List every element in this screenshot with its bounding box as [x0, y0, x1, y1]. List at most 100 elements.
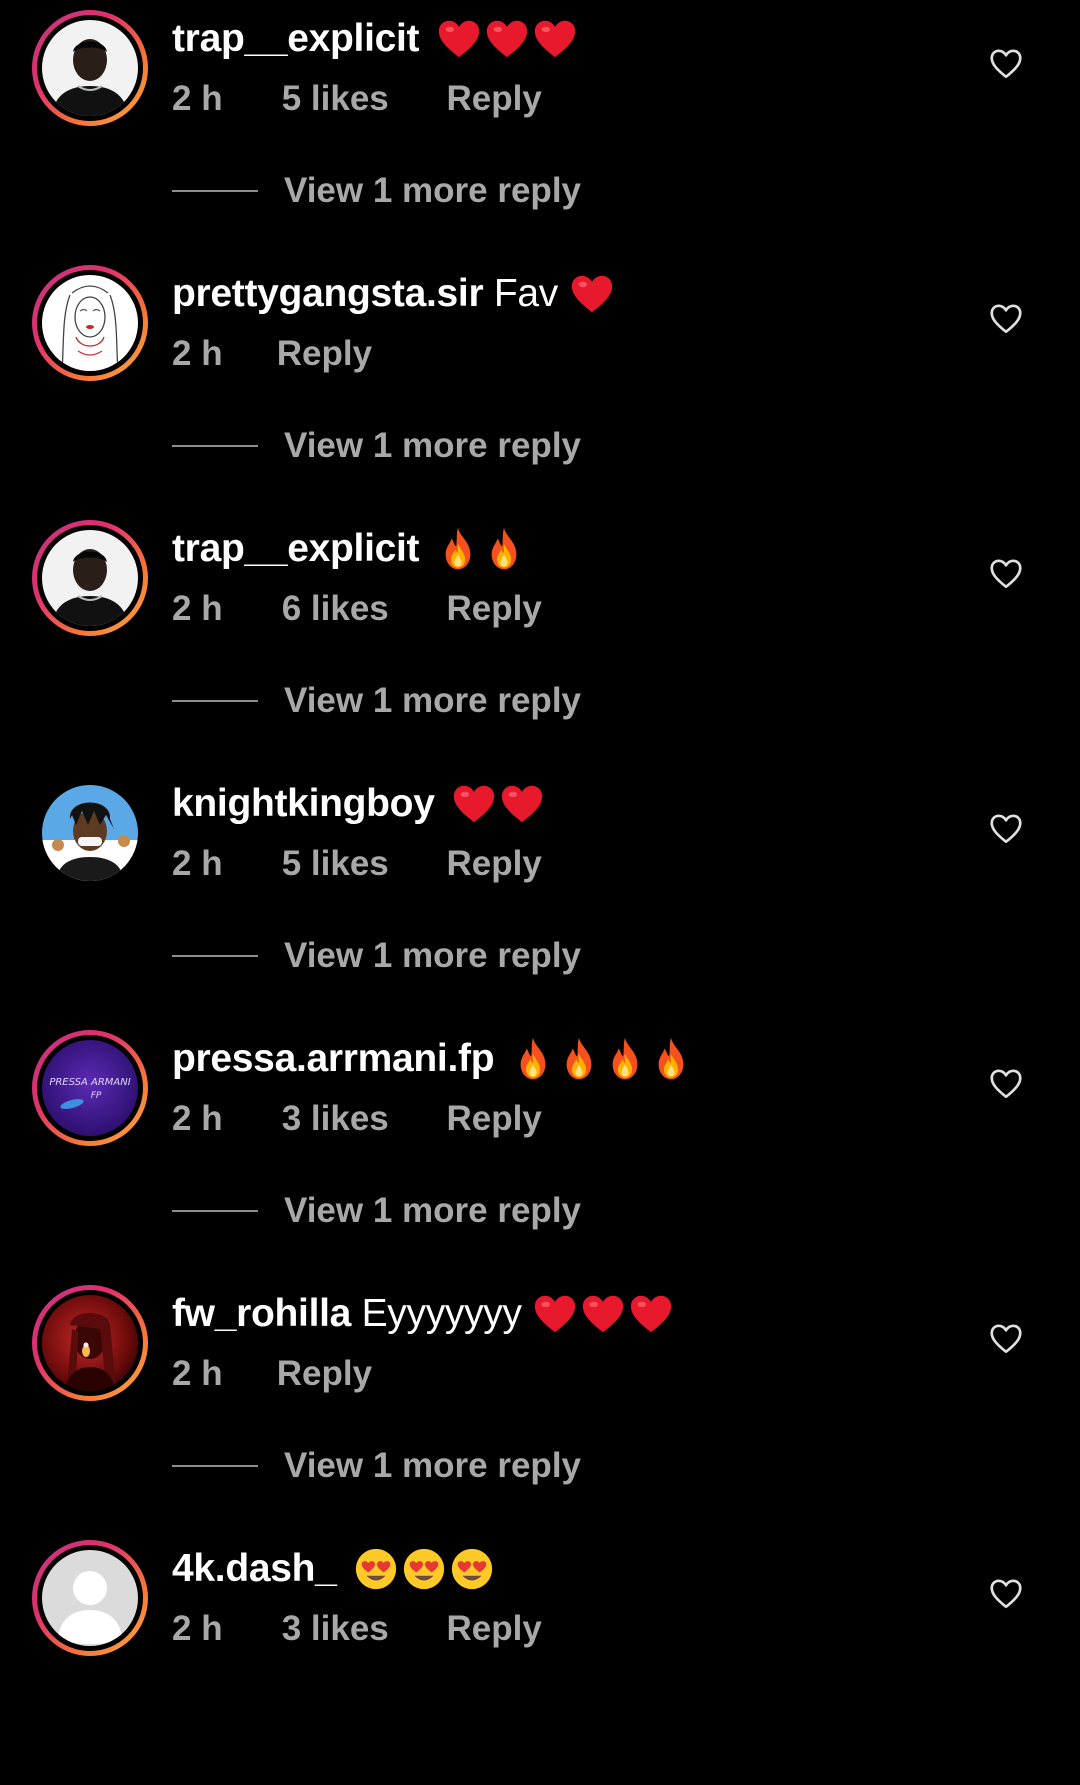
- heart-eyes-emoji-icon: [451, 1548, 493, 1589]
- red-heart-icon: [534, 20, 575, 57]
- comment-item: 4k.dash_ 2 h 3 likes Reply: [0, 1530, 1080, 1785]
- username-link[interactable]: knightkingboy: [172, 782, 435, 825]
- comment-emojis: [511, 1036, 695, 1086]
- fire-icon: [491, 527, 517, 570]
- fire-icon: [612, 1037, 638, 1080]
- like-heart-icon[interactable]: [988, 46, 1024, 82]
- view-more-label[interactable]: View 1 more reply: [284, 1188, 581, 1234]
- reply-button[interactable]: Reply: [446, 1606, 541, 1652]
- like-heart-icon[interactable]: [988, 811, 1024, 847]
- heart-eyes-emoji-icon: [355, 1548, 397, 1589]
- view-more-divider: [172, 1465, 258, 1467]
- comment-emojis: [451, 781, 547, 831]
- comment-item: trap__explicit 2 h 6 likes Reply View 1 …: [0, 510, 1080, 765]
- view-more-label[interactable]: View 1 more reply: [284, 168, 581, 214]
- story-ring[interactable]: [32, 1540, 148, 1656]
- comment-likes[interactable]: 3 likes: [282, 1096, 437, 1142]
- comment-item: trap__explicit 2 h 5 likes Reply View 1 …: [0, 0, 1080, 255]
- reply-button[interactable]: Reply: [277, 1351, 372, 1397]
- comment-meta: 2 h 3 likes Reply: [172, 1096, 542, 1142]
- avatar[interactable]: PRESSA ARMANI FP: [42, 1040, 138, 1136]
- comment-emojis: [436, 526, 528, 576]
- comment-emojis: [532, 1291, 676, 1341]
- view-more-divider: [172, 445, 258, 447]
- story-ring[interactable]: [32, 265, 148, 381]
- comment-body: Fav: [493, 272, 558, 315]
- like-heart-icon[interactable]: [988, 1321, 1024, 1357]
- view-more-label[interactable]: View 1 more reply: [284, 933, 581, 979]
- comment-meta: 2 h 5 likes Reply: [172, 841, 542, 887]
- comment-likes[interactable]: 5 likes: [282, 76, 437, 122]
- comment-item: knightkingboy 2 h 5 likes Reply View 1 m…: [0, 765, 1080, 1020]
- comment-meta: 2 h Reply: [172, 1351, 372, 1397]
- avatar[interactable]: [42, 785, 138, 881]
- red-heart-icon: [502, 785, 543, 822]
- comment-meta: 2 h Reply: [172, 331, 372, 377]
- comment-meta: 2 h 3 likes Reply: [172, 1606, 542, 1652]
- view-more-divider: [172, 955, 258, 957]
- reply-button[interactable]: Reply: [446, 76, 541, 122]
- avatar[interactable]: [42, 530, 138, 626]
- username-link[interactable]: 4k.dash_: [172, 1547, 337, 1590]
- reply-button[interactable]: Reply: [277, 331, 372, 377]
- view-more-label[interactable]: View 1 more reply: [284, 678, 581, 724]
- like-heart-icon[interactable]: [988, 1576, 1024, 1612]
- comment-item: fw_rohilla Eyyyyyyy 2 h Reply View 1 mor…: [0, 1275, 1080, 1530]
- comment-time: 2 h: [172, 79, 223, 118]
- comment-text: trap__explicit: [172, 524, 528, 576]
- username-link[interactable]: trap__explicit: [172, 17, 420, 60]
- avatar[interactable]: [42, 1295, 138, 1391]
- story-ring[interactable]: [32, 775, 148, 891]
- story-ring[interactable]: [32, 10, 148, 126]
- comment-emojis: [569, 271, 617, 321]
- comment-text: trap__explicit: [172, 14, 580, 66]
- red-heart-icon: [571, 275, 612, 312]
- story-ring[interactable]: [32, 520, 148, 636]
- fire-icon: [658, 1037, 684, 1080]
- fire-icon: [445, 527, 471, 570]
- like-heart-icon[interactable]: [988, 1066, 1024, 1102]
- story-ring[interactable]: PRESSA ARMANI FP: [32, 1030, 148, 1146]
- comment-likes[interactable]: 3 likes: [282, 1606, 437, 1652]
- red-heart-icon: [583, 1295, 624, 1332]
- view-more-divider: [172, 700, 258, 702]
- red-heart-icon: [454, 785, 495, 822]
- comment-likes[interactable]: 5 likes: [282, 841, 437, 887]
- comment-time: 2 h: [172, 334, 223, 373]
- comment-time: 2 h: [172, 1099, 223, 1138]
- comment-time: 2 h: [172, 1609, 223, 1648]
- comment-emojis: [353, 1546, 497, 1596]
- comment-body: Eyyyyyyy: [361, 1292, 522, 1335]
- view-more-label[interactable]: View 1 more reply: [284, 423, 581, 469]
- view-more-divider: [172, 1210, 258, 1212]
- username-link[interactable]: fw_rohilla: [172, 1292, 351, 1335]
- comment-time: 2 h: [172, 844, 223, 883]
- username-link[interactable]: prettygangsta.sir: [172, 272, 484, 315]
- comment-item: prettygangsta.sir Fav 2 h Reply View 1 m…: [0, 255, 1080, 510]
- story-ring[interactable]: [32, 1285, 148, 1401]
- comment-text: pressa.arrmani.fp: [172, 1034, 695, 1086]
- avatar[interactable]: [42, 1550, 138, 1646]
- username-link[interactable]: trap__explicit: [172, 527, 420, 570]
- svg-text:FP: FP: [91, 1091, 102, 1101]
- like-heart-icon[interactable]: [988, 301, 1024, 337]
- avatar[interactable]: [42, 275, 138, 371]
- comment-likes[interactable]: 6 likes: [282, 586, 437, 632]
- comment-text: prettygangsta.sir Fav: [172, 269, 617, 321]
- red-heart-icon: [438, 20, 479, 57]
- reply-button[interactable]: Reply: [446, 586, 541, 632]
- comment-meta: 2 h 6 likes Reply: [172, 586, 542, 632]
- reply-button[interactable]: Reply: [446, 841, 541, 887]
- heart-eyes-emoji-icon: [403, 1548, 445, 1589]
- view-more-label[interactable]: View 1 more reply: [284, 1443, 581, 1489]
- like-heart-icon[interactable]: [988, 556, 1024, 592]
- comment-item: PRESSA ARMANI FP pressa.arrmani.fp 2 h 3 …: [0, 1020, 1080, 1275]
- username-link[interactable]: pressa.arrmani.fp: [172, 1037, 495, 1080]
- reply-button[interactable]: Reply: [446, 1096, 541, 1142]
- comment-text: knightkingboy: [172, 779, 547, 831]
- fire-icon: [520, 1037, 546, 1080]
- comment-emojis: [436, 16, 580, 66]
- avatar[interactable]: [42, 20, 138, 116]
- comment-text: fw_rohilla Eyyyyyyy: [172, 1289, 676, 1341]
- comment-meta: 2 h 5 likes Reply: [172, 76, 542, 122]
